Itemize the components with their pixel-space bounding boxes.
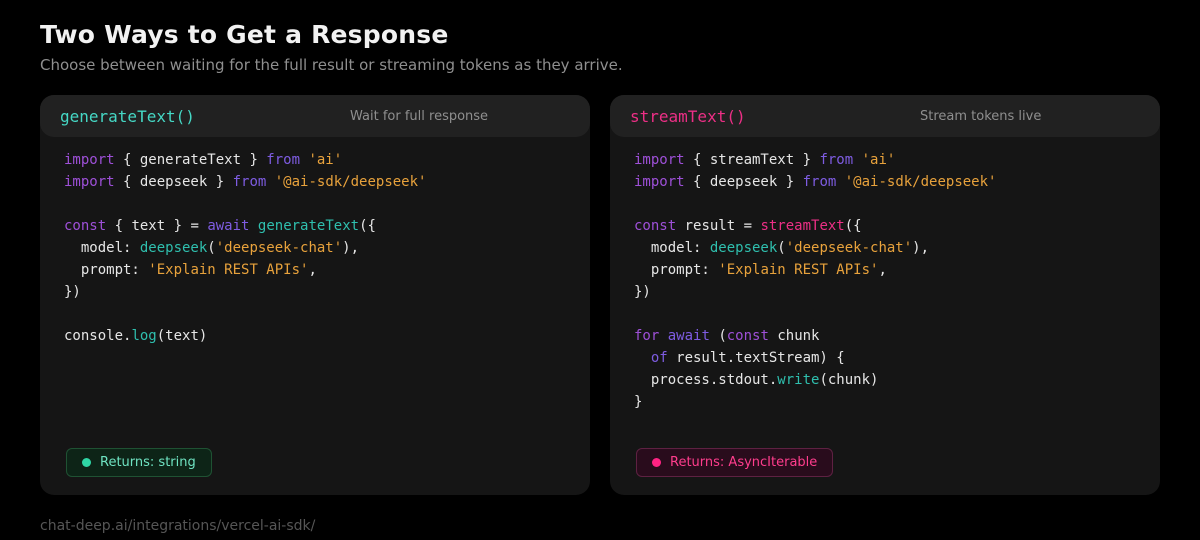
code-line: }) <box>634 284 651 301</box>
generate-text-code-block: import { generateText } from 'ai' import … <box>40 137 590 448</box>
code-line: process.stdout.write(chunk) <box>634 372 879 389</box>
code-line: }) <box>64 284 81 301</box>
code-line: console.log(text) <box>64 328 208 345</box>
code-line: model: deepseek('deepseek-chat'), <box>64 240 360 257</box>
code-line: prompt: 'Explain REST APIs', <box>634 262 887 279</box>
stream-text-badge-row: Returns: AsyncIterable <box>610 448 1160 495</box>
generate-text-header-label: Wait for full response <box>350 108 489 124</box>
cards-container: generateText() Wait for full response im… <box>40 95 1160 496</box>
returns-asynciterable-badge-label: Returns: AsyncIterable <box>670 455 818 471</box>
returns-string-badge: Returns: string <box>66 448 212 478</box>
code-line: import { deepseek } from '@ai-sdk/deepse… <box>634 174 997 191</box>
card-generate-header: generateText() Wait for full response <box>40 95 590 138</box>
code-line: const { text } = await generateText({ <box>64 218 376 235</box>
generate-text-badge-row: Returns: string <box>40 448 590 495</box>
code-line: prompt: 'Explain REST APIs', <box>64 262 317 279</box>
returns-string-badge-label: Returns: string <box>100 455 196 471</box>
page: Two Ways to Get a Response Choose betwee… <box>0 0 1200 534</box>
code-line: const result = streamText({ <box>634 218 862 235</box>
stream-text-code-block: import { streamText } from 'ai' import { … <box>610 137 1160 448</box>
code-line: model: deepseek('deepseek-chat'), <box>634 240 930 257</box>
green-dot-icon <box>82 458 91 468</box>
stream-text-header-label: Stream tokens live <box>920 108 1042 124</box>
page-title: Two Ways to Get a Response <box>40 20 449 49</box>
returns-asynciterable-badge: Returns: AsyncIterable <box>636 448 834 478</box>
card-stream-header: streamText() Stream tokens live <box>610 95 1160 138</box>
code-line: for await (const chunk <box>634 328 820 345</box>
generate-text-function-title: generateText() <box>60 106 195 126</box>
card-generate-text: generateText() Wait for full response im… <box>40 95 590 496</box>
code-line: } <box>634 394 643 411</box>
code-line: of result.textStream) { <box>650 350 845 367</box>
code-line: import { generateText } from 'ai' <box>64 152 343 169</box>
stream-text-function-title: streamText() <box>630 106 746 126</box>
card-stream-text: streamText() Stream tokens live import {… <box>610 95 1160 496</box>
page-subtitle: Choose between waiting for the full resu… <box>40 55 623 74</box>
code-line: import { streamText } from 'ai' <box>634 152 896 169</box>
footer-url: chat-deep.ai/integrations/vercel-ai-sdk/ <box>40 518 316 535</box>
code-line: import { deepseek } from '@ai-sdk/deepse… <box>64 174 427 191</box>
pink-dot-icon <box>652 458 661 468</box>
